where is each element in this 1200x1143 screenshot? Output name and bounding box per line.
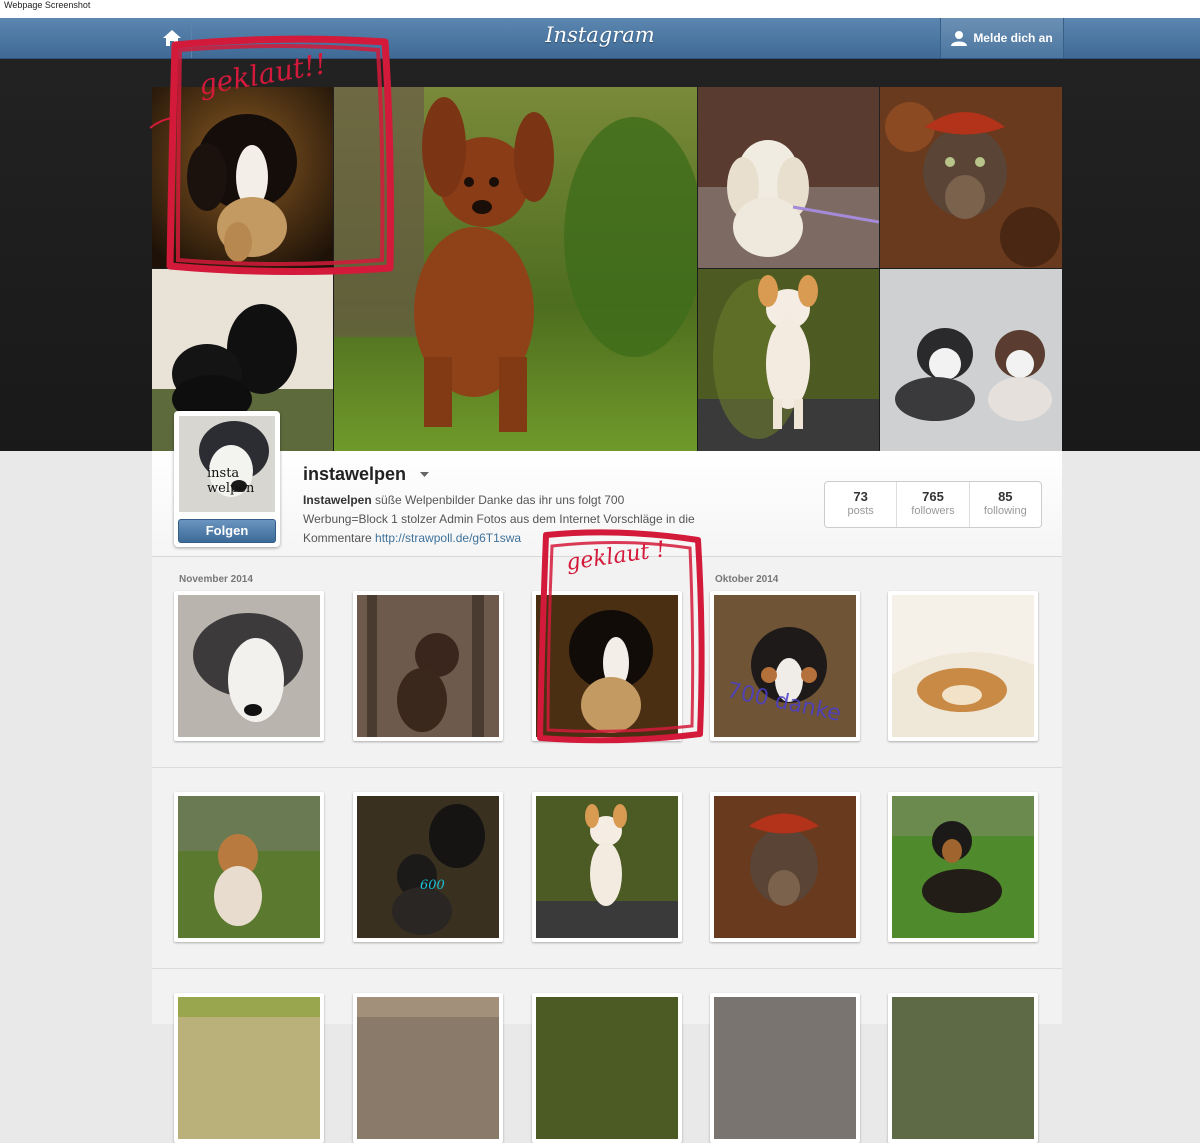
feed-photo[interactable] — [174, 792, 324, 942]
feed-photo[interactable] — [353, 993, 503, 1143]
feed-photo[interactable] — [888, 993, 1038, 1143]
login-button[interactable]: Melde dich an — [940, 18, 1064, 58]
profile-stats: 73 posts 765 followers 85 following — [824, 481, 1042, 528]
cover-photo-jumping-puppy[interactable] — [698, 269, 879, 451]
profile-bio: Instawelpen süße Welpenbilder Danke das … — [303, 491, 773, 548]
cover-collage — [152, 87, 1062, 451]
screenshot-caption: Webpage Screenshot — [0, 0, 1200, 18]
avatar-watermark-text: insta welpen — [207, 466, 255, 496]
stat-posts-label: posts — [847, 505, 874, 517]
row-divider — [152, 968, 1062, 969]
cover-photo-red-setter-running[interactable] — [334, 87, 697, 451]
avatar[interactable]: insta welpen — [179, 416, 275, 512]
stat-posts-count: 73 — [853, 489, 868, 504]
feed-photo[interactable] — [532, 591, 682, 741]
bio-line-3: Kommentare — [303, 531, 376, 545]
login-label: Melde dich an — [973, 31, 1053, 45]
feed-photo[interactable] — [353, 792, 503, 942]
cover-photo-puppy-with-toy[interactable] — [152, 87, 333, 268]
bio-line-2: Werbung=Block 1 stolzer Admin Fotos aus … — [303, 512, 695, 526]
cover-photo-cocker-spaniel[interactable] — [698, 87, 879, 268]
profile-avatar-card: insta welpen Folgen — [174, 411, 280, 547]
feed-photo[interactable] — [888, 591, 1038, 741]
feed-photo[interactable] — [174, 591, 324, 741]
feed-photo[interactable] — [710, 792, 860, 942]
feed-photo[interactable] — [532, 792, 682, 942]
stat-following-count: 85 — [998, 489, 1013, 504]
month-label-oktober: Oktober 2014 — [715, 574, 779, 585]
chevron-down-icon[interactable] — [420, 472, 429, 478]
bio-name: Instawelpen — [303, 493, 372, 507]
feed-photo[interactable] — [888, 792, 1038, 942]
stat-following[interactable]: 85 following — [970, 482, 1041, 527]
stat-posts[interactable]: 73 posts — [825, 482, 898, 527]
stat-followers-count: 765 — [922, 489, 944, 504]
watermark-600: 600 — [420, 878, 445, 893]
feed-photo[interactable] — [353, 591, 503, 741]
profile-username: instawelpen — [303, 464, 407, 484]
stat-followers[interactable]: 765 followers — [897, 482, 970, 527]
feed-photo[interactable] — [532, 993, 682, 1143]
stat-followers-label: followers — [911, 505, 955, 517]
follow-button[interactable]: Folgen — [178, 519, 276, 543]
row-divider — [152, 767, 1062, 768]
stat-following-label: following — [983, 505, 1027, 517]
feed-photo[interactable] — [174, 993, 324, 1143]
user-icon — [951, 31, 968, 46]
cover-photo-husky-puppies[interactable] — [880, 269, 1062, 451]
bio-line-1: süße Welpenbilder Danke das ihr uns folg… — [371, 493, 625, 507]
cover-photo-puppy-with-leaf[interactable] — [880, 87, 1062, 268]
bio-link[interactable]: http://strawpoll.de/g6T1swa — [375, 531, 521, 545]
month-label-november: November 2014 — [179, 574, 253, 585]
feed-photo[interactable] — [710, 993, 860, 1143]
top-navigation-bar: Instagram Melde dich an — [0, 18, 1200, 59]
